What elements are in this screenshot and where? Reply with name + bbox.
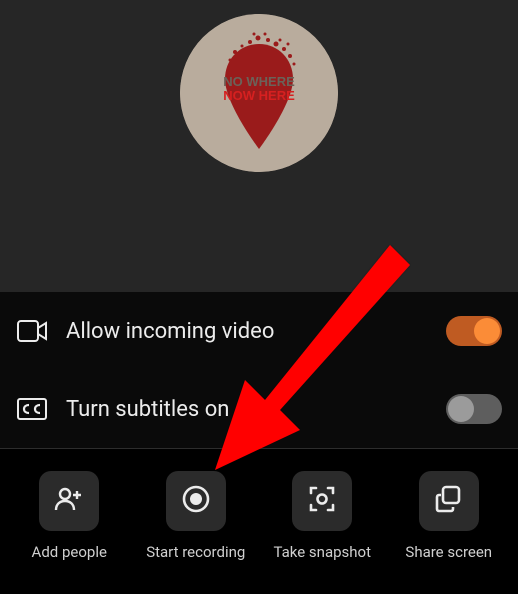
action-take-snapshot: Take snapshot: [259, 471, 386, 561]
video-preview-area: NO WHERE NOW HERE: [0, 0, 518, 292]
toggle-subtitles[interactable]: [446, 394, 502, 424]
avatar-text-bottom: NOW HERE: [223, 88, 295, 103]
video-camera-icon: [16, 320, 48, 342]
setting-label-video: Allow incoming video: [66, 319, 428, 344]
action-start-recording: Start recording: [133, 471, 260, 561]
setting-incoming-video: Allow incoming video: [12, 292, 506, 370]
take-snapshot-button[interactable]: [292, 471, 352, 531]
add-person-icon: [53, 483, 85, 519]
action-bar: Add people Start recording: [0, 449, 518, 561]
start-recording-label: Start recording: [146, 543, 245, 561]
avatar-image: NO WHERE NOW HERE: [180, 14, 338, 172]
share-screen-label: Share screen: [405, 543, 492, 561]
setting-label-subtitles: Turn subtitles on: [66, 397, 428, 422]
start-recording-button[interactable]: [166, 471, 226, 531]
avatar: NO WHERE NOW HERE: [180, 14, 338, 172]
add-people-label: Add people: [32, 543, 107, 561]
share-screen-button[interactable]: [419, 471, 479, 531]
setting-subtitles: Turn subtitles on: [12, 370, 506, 448]
settings-panel: Allow incoming video Turn subtitles on: [0, 292, 518, 448]
toggle-incoming-video[interactable]: [446, 316, 502, 346]
record-icon: [180, 483, 212, 519]
action-share-screen: Share screen: [386, 471, 513, 561]
snapshot-icon: [306, 483, 338, 519]
add-people-button[interactable]: [39, 471, 99, 531]
avatar-text-top: NO WHERE: [223, 74, 295, 89]
action-add-people: Add people: [6, 471, 133, 561]
take-snapshot-label: Take snapshot: [274, 543, 372, 561]
share-screen-icon: [433, 483, 465, 519]
closed-captions-icon: [16, 398, 48, 420]
